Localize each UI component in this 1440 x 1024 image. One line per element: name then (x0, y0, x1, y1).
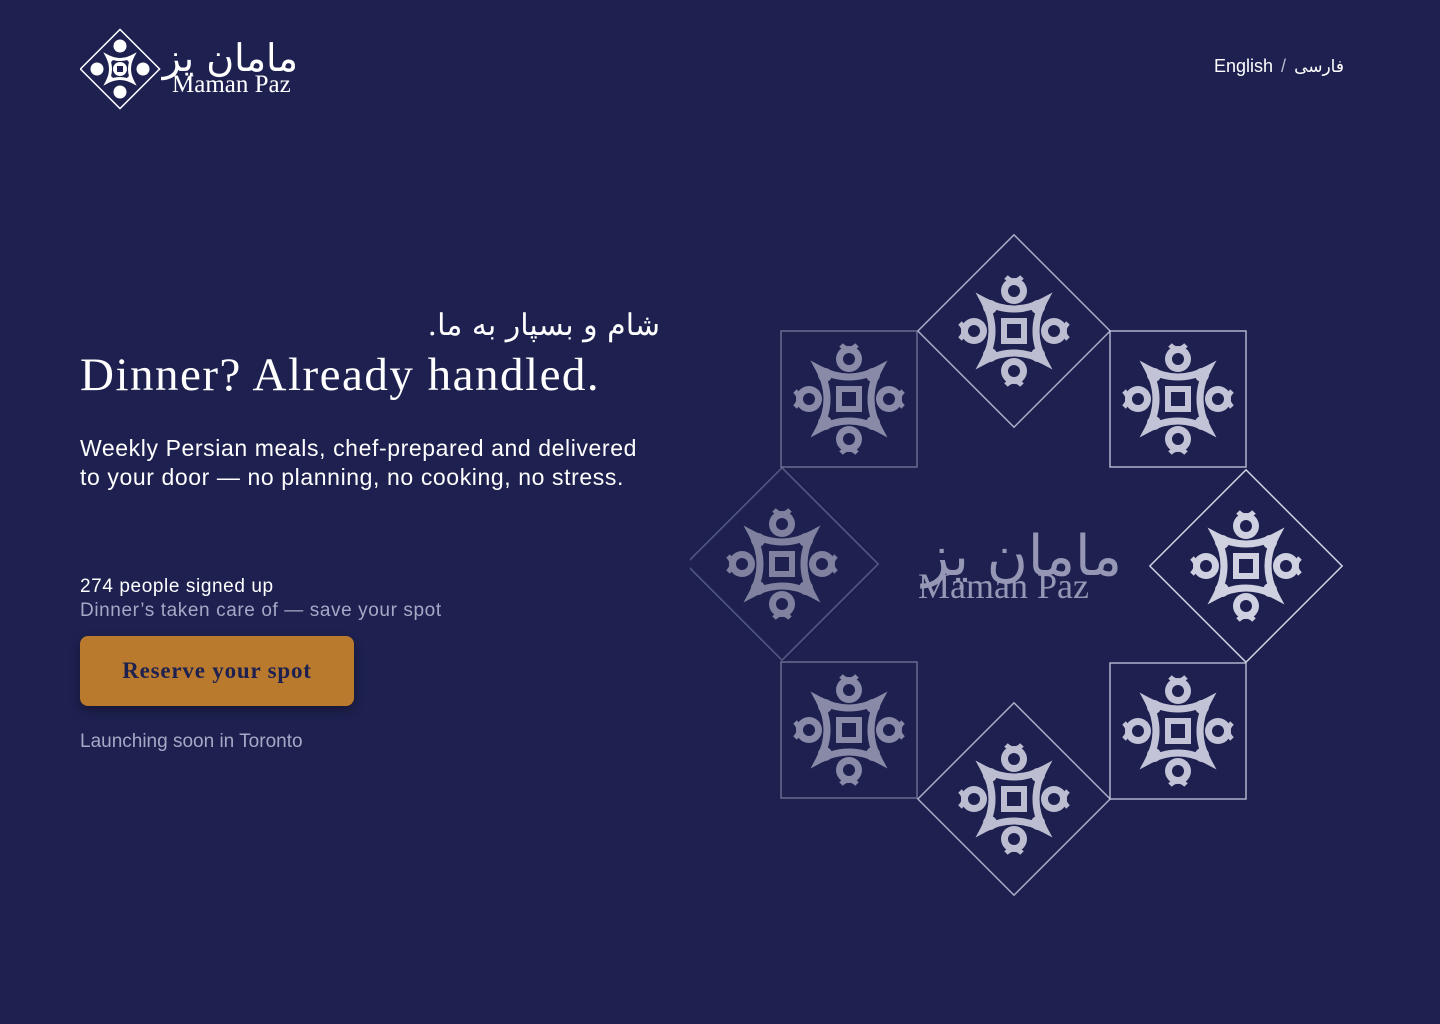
lang-separator: / (1281, 56, 1287, 76)
tile-ornament-icon (780, 330, 918, 468)
tile-ornament-icon (780, 661, 918, 799)
lang-farsi-link[interactable]: فارسی (1294, 57, 1344, 77)
launch-note: Launching soon in Toronto (80, 731, 303, 752)
signup-subtext: Dinner’s taken care of — save your spot (80, 600, 442, 621)
page-title: Dinner? Already handled. (80, 349, 601, 401)
tile-ornament-icon (684, 466, 880, 662)
signup-count: 274 people signed up (80, 576, 274, 597)
signup-counter: 274 people signed up Dinner’s taken care… (80, 576, 442, 622)
tile-ornament-icon (1109, 330, 1247, 468)
hero-subtitle: Weekly Persian meals, chef-prepared and … (80, 434, 637, 490)
tile-ornament-icon (1109, 662, 1247, 800)
center-logo: مامان پز Maman Paz (918, 524, 1122, 606)
persian-tagline: شام و بسپار به ما. (427, 308, 660, 343)
decorative-emblem: مامان پز Maman Paz (684, 232, 1350, 897)
center-logo-en: Maman Paz (918, 566, 1089, 606)
hero-section: شام و بسپار به ما. Dinner? Already handl… (80, 308, 670, 492)
language-switch: English / فارسی (1214, 56, 1344, 77)
tile-ornament-icon (916, 701, 1112, 897)
brand-name-en: Maman Paz (172, 71, 291, 98)
tile-ornament-icon (916, 233, 1112, 429)
lang-english-link[interactable]: English (1214, 56, 1273, 77)
tile-ornament-icon (1148, 468, 1344, 664)
tile-ornament-icon (79, 28, 161, 110)
reserve-spot-button[interactable]: Reserve your spot (80, 636, 354, 706)
brand-logo[interactable]: مامان پز Maman Paz (79, 26, 320, 116)
